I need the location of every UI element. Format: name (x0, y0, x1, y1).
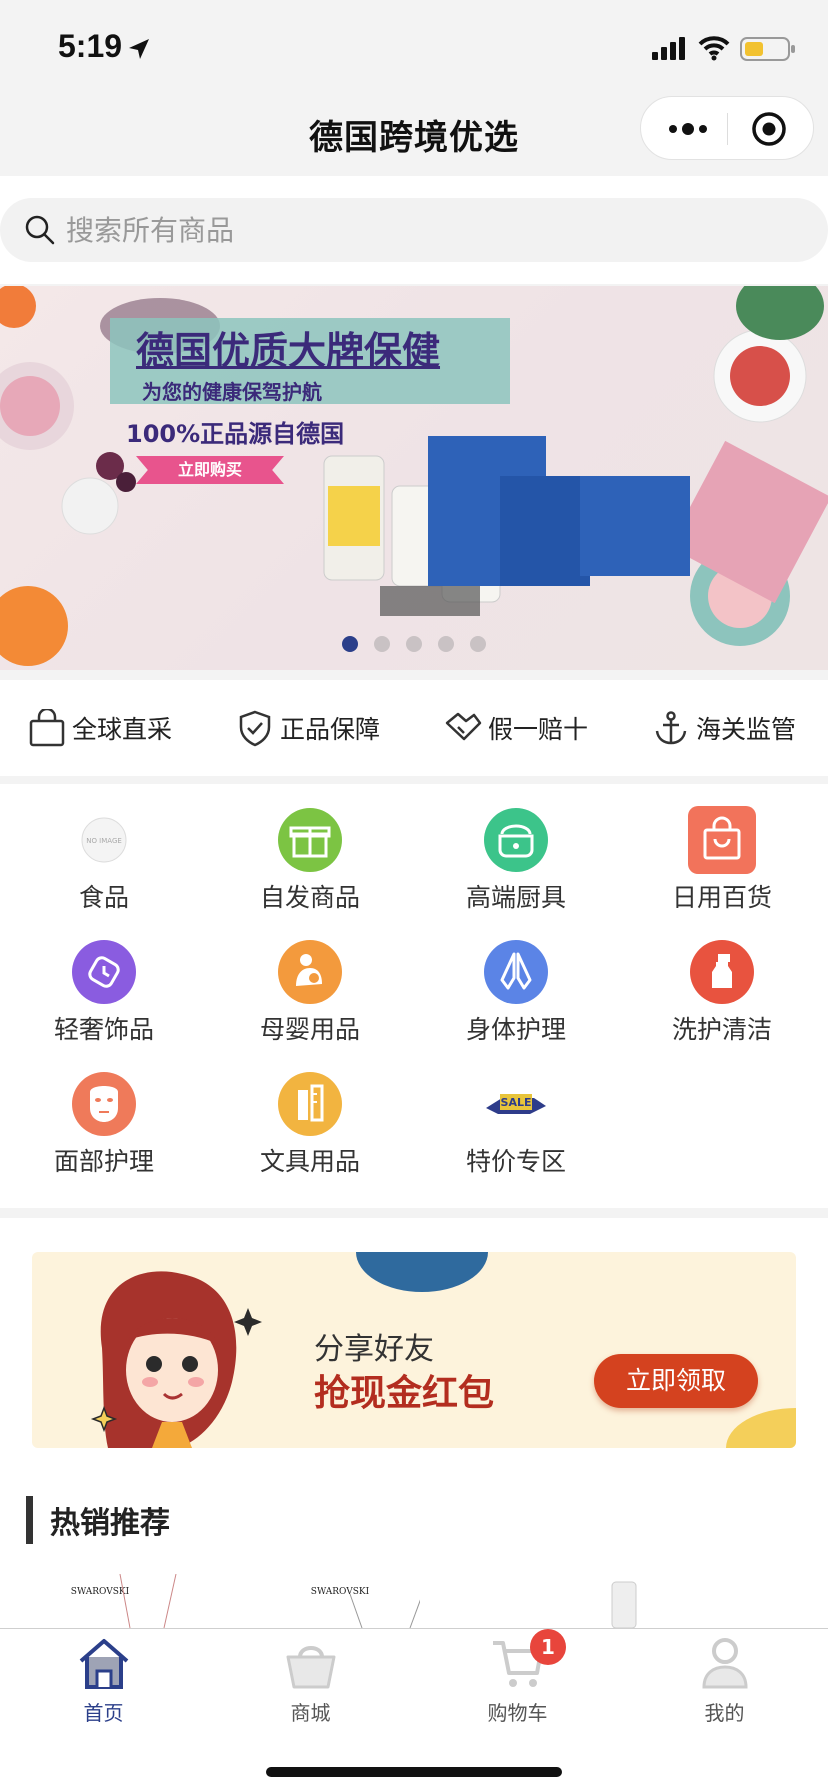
shield-check-icon (239, 710, 271, 747)
feature-label: 正品保障 (280, 715, 381, 744)
category-grid: NO IMAGE 食品 自发商品 高端厨具 日用百货 轻奢饰品 母婴用品 身体护… (0, 784, 828, 1208)
feature-label: 全球直采 (72, 715, 173, 744)
handshake-icon (445, 712, 482, 741)
brand-text: SWAROVSKI (71, 1587, 130, 1597)
wifi-icon (698, 36, 730, 61)
search-box[interactable] (0, 198, 828, 262)
face-mask-icon (72, 1072, 136, 1136)
banner-title: 德国优质大牌保健 (136, 329, 441, 373)
praying-hands-icon (484, 940, 548, 1004)
bag-icon (688, 806, 756, 874)
share-promo-section: 分享好友 抢现金红包 立即领取 (0, 1218, 828, 1464)
category-label: 面部护理 (53, 1147, 154, 1176)
rice-cooker-icon (484, 808, 548, 872)
category-special-offer[interactable]: SALE 特价专区 (416, 1056, 616, 1176)
watch-icon (72, 940, 136, 1004)
mini-program-capsule (640, 96, 814, 160)
user-icon (702, 1638, 748, 1689)
feature-fake-compensation: 假一赔十 (444, 708, 588, 748)
feature-global-sourcing: 全球直采 (28, 708, 172, 748)
tab-label: 商城 (290, 1701, 331, 1725)
cart-badge: 1 (530, 1629, 566, 1665)
shopping-basket-icon (286, 1646, 336, 1689)
carousel-indicator (342, 636, 486, 652)
home-icon (79, 1639, 129, 1689)
status-bar: 5:19 (0, 0, 828, 96)
more-icon[interactable] (665, 115, 711, 143)
home-indicator (266, 1767, 562, 1777)
close-target-icon[interactable] (751, 111, 787, 147)
category-mother-baby[interactable]: 母婴用品 (210, 924, 410, 1044)
section-title: 热销推荐 (50, 1506, 170, 1541)
signal-icon (652, 37, 685, 60)
category-label: 日用百货 (671, 883, 772, 912)
bottom-tab-bar: 首页 商城 1 购物车 我的 (0, 1628, 828, 1792)
category-label: 特价专区 (465, 1147, 566, 1176)
category-daily-goods[interactable]: 日用百货 (622, 792, 822, 912)
battery-icon (740, 37, 795, 61)
tab-cart[interactable]: 1 购物车 (414, 1629, 621, 1735)
category-label: 文具用品 (259, 1147, 360, 1176)
category-label: 母婴用品 (259, 1015, 360, 1044)
promo-title: 抢现金红包 (314, 1373, 495, 1414)
category-kitchen[interactable]: 高端厨具 (416, 792, 616, 912)
category-own-products[interactable]: 自发商品 (210, 792, 410, 912)
brand-text: SWAROVSKI (311, 1587, 370, 1597)
category-body-care[interactable]: 身体护理 (416, 924, 616, 1044)
shopping-bag-icon (29, 709, 65, 747)
banner-buy-button[interactable]: 立即购买 (136, 456, 284, 484)
claim-now-button[interactable]: 立即领取 (594, 1354, 758, 1408)
tab-mall[interactable]: 商城 (207, 1635, 414, 1735)
category-light-luxury[interactable]: 轻奢饰品 (4, 924, 204, 1044)
status-time: 5:19 (58, 28, 123, 64)
feature-customs: 海关监管 (652, 708, 796, 748)
category-cleaning[interactable]: 洗护清洁 (622, 924, 822, 1044)
gift-icon (278, 808, 342, 872)
tab-profile[interactable]: 我的 (621, 1635, 828, 1735)
category-label: 食品 (78, 883, 129, 912)
feature-authentic: 正品保障 (236, 708, 380, 748)
stationery-icon (278, 1072, 342, 1136)
category-face-care[interactable]: 面部护理 (4, 1056, 204, 1176)
tab-label: 我的 (704, 1701, 745, 1725)
category-stationery[interactable]: 文具用品 (210, 1056, 410, 1176)
category-food[interactable]: NO IMAGE 食品 (4, 792, 204, 912)
promo-carousel[interactable]: 德国优质大牌保健 为您的健康保驾护航 100%正品源自德国 立即购买 (0, 286, 828, 670)
category-label: 轻奢饰品 (53, 1015, 154, 1044)
search-icon (25, 215, 55, 245)
product-thumbnail[interactable]: SWAROVSKI (60, 1574, 180, 1628)
search-section (0, 176, 828, 284)
share-promo-banner[interactable]: 分享好友 抢现金红包 立即领取 (32, 1252, 796, 1448)
category-label: 洗护清洁 (671, 1015, 772, 1044)
no-image-icon: NO IMAGE (81, 817, 127, 863)
promo-subtitle: 分享好友 (314, 1332, 434, 1367)
mother-baby-icon (278, 940, 342, 1004)
product-thumbnail[interactable] (580, 1574, 700, 1628)
banner-subtitle: 为您的健康保驾护航 (142, 380, 322, 404)
category-label: 高端厨具 (465, 883, 566, 912)
search-input[interactable] (66, 198, 666, 262)
tab-label: 购物车 (487, 1701, 548, 1725)
svg-text:NO IMAGE: NO IMAGE (86, 837, 122, 845)
special-offer-icon: SALE (486, 1094, 546, 1114)
category-label: 自发商品 (259, 883, 360, 912)
tab-home[interactable]: 首页 (0, 1635, 207, 1735)
nav-bar: 德国跨境优选 (0, 96, 828, 176)
service-features: 全球直采 正品保障 假一赔十 海关监管 (0, 680, 828, 776)
location-arrow-icon (129, 39, 149, 59)
product-thumbnail[interactable]: SWAROVSKI (300, 1574, 420, 1628)
feature-label: 海关监管 (696, 715, 797, 744)
hot-recommendations-section: 热销推荐 SWAROVSKI SWAROVSKI (0, 1464, 828, 1628)
tab-label: 首页 (83, 1701, 124, 1725)
category-label: 身体护理 (465, 1015, 566, 1044)
feature-label: 假一赔十 (488, 715, 589, 744)
anchor-icon (655, 711, 687, 745)
capsule-divider (727, 113, 728, 145)
svg-text:SALE: SALE (501, 1096, 532, 1109)
spray-bottle-icon (690, 940, 754, 1004)
section-marker (26, 1496, 33, 1544)
banner-tagline: 100%正品源自德国 (126, 420, 345, 448)
